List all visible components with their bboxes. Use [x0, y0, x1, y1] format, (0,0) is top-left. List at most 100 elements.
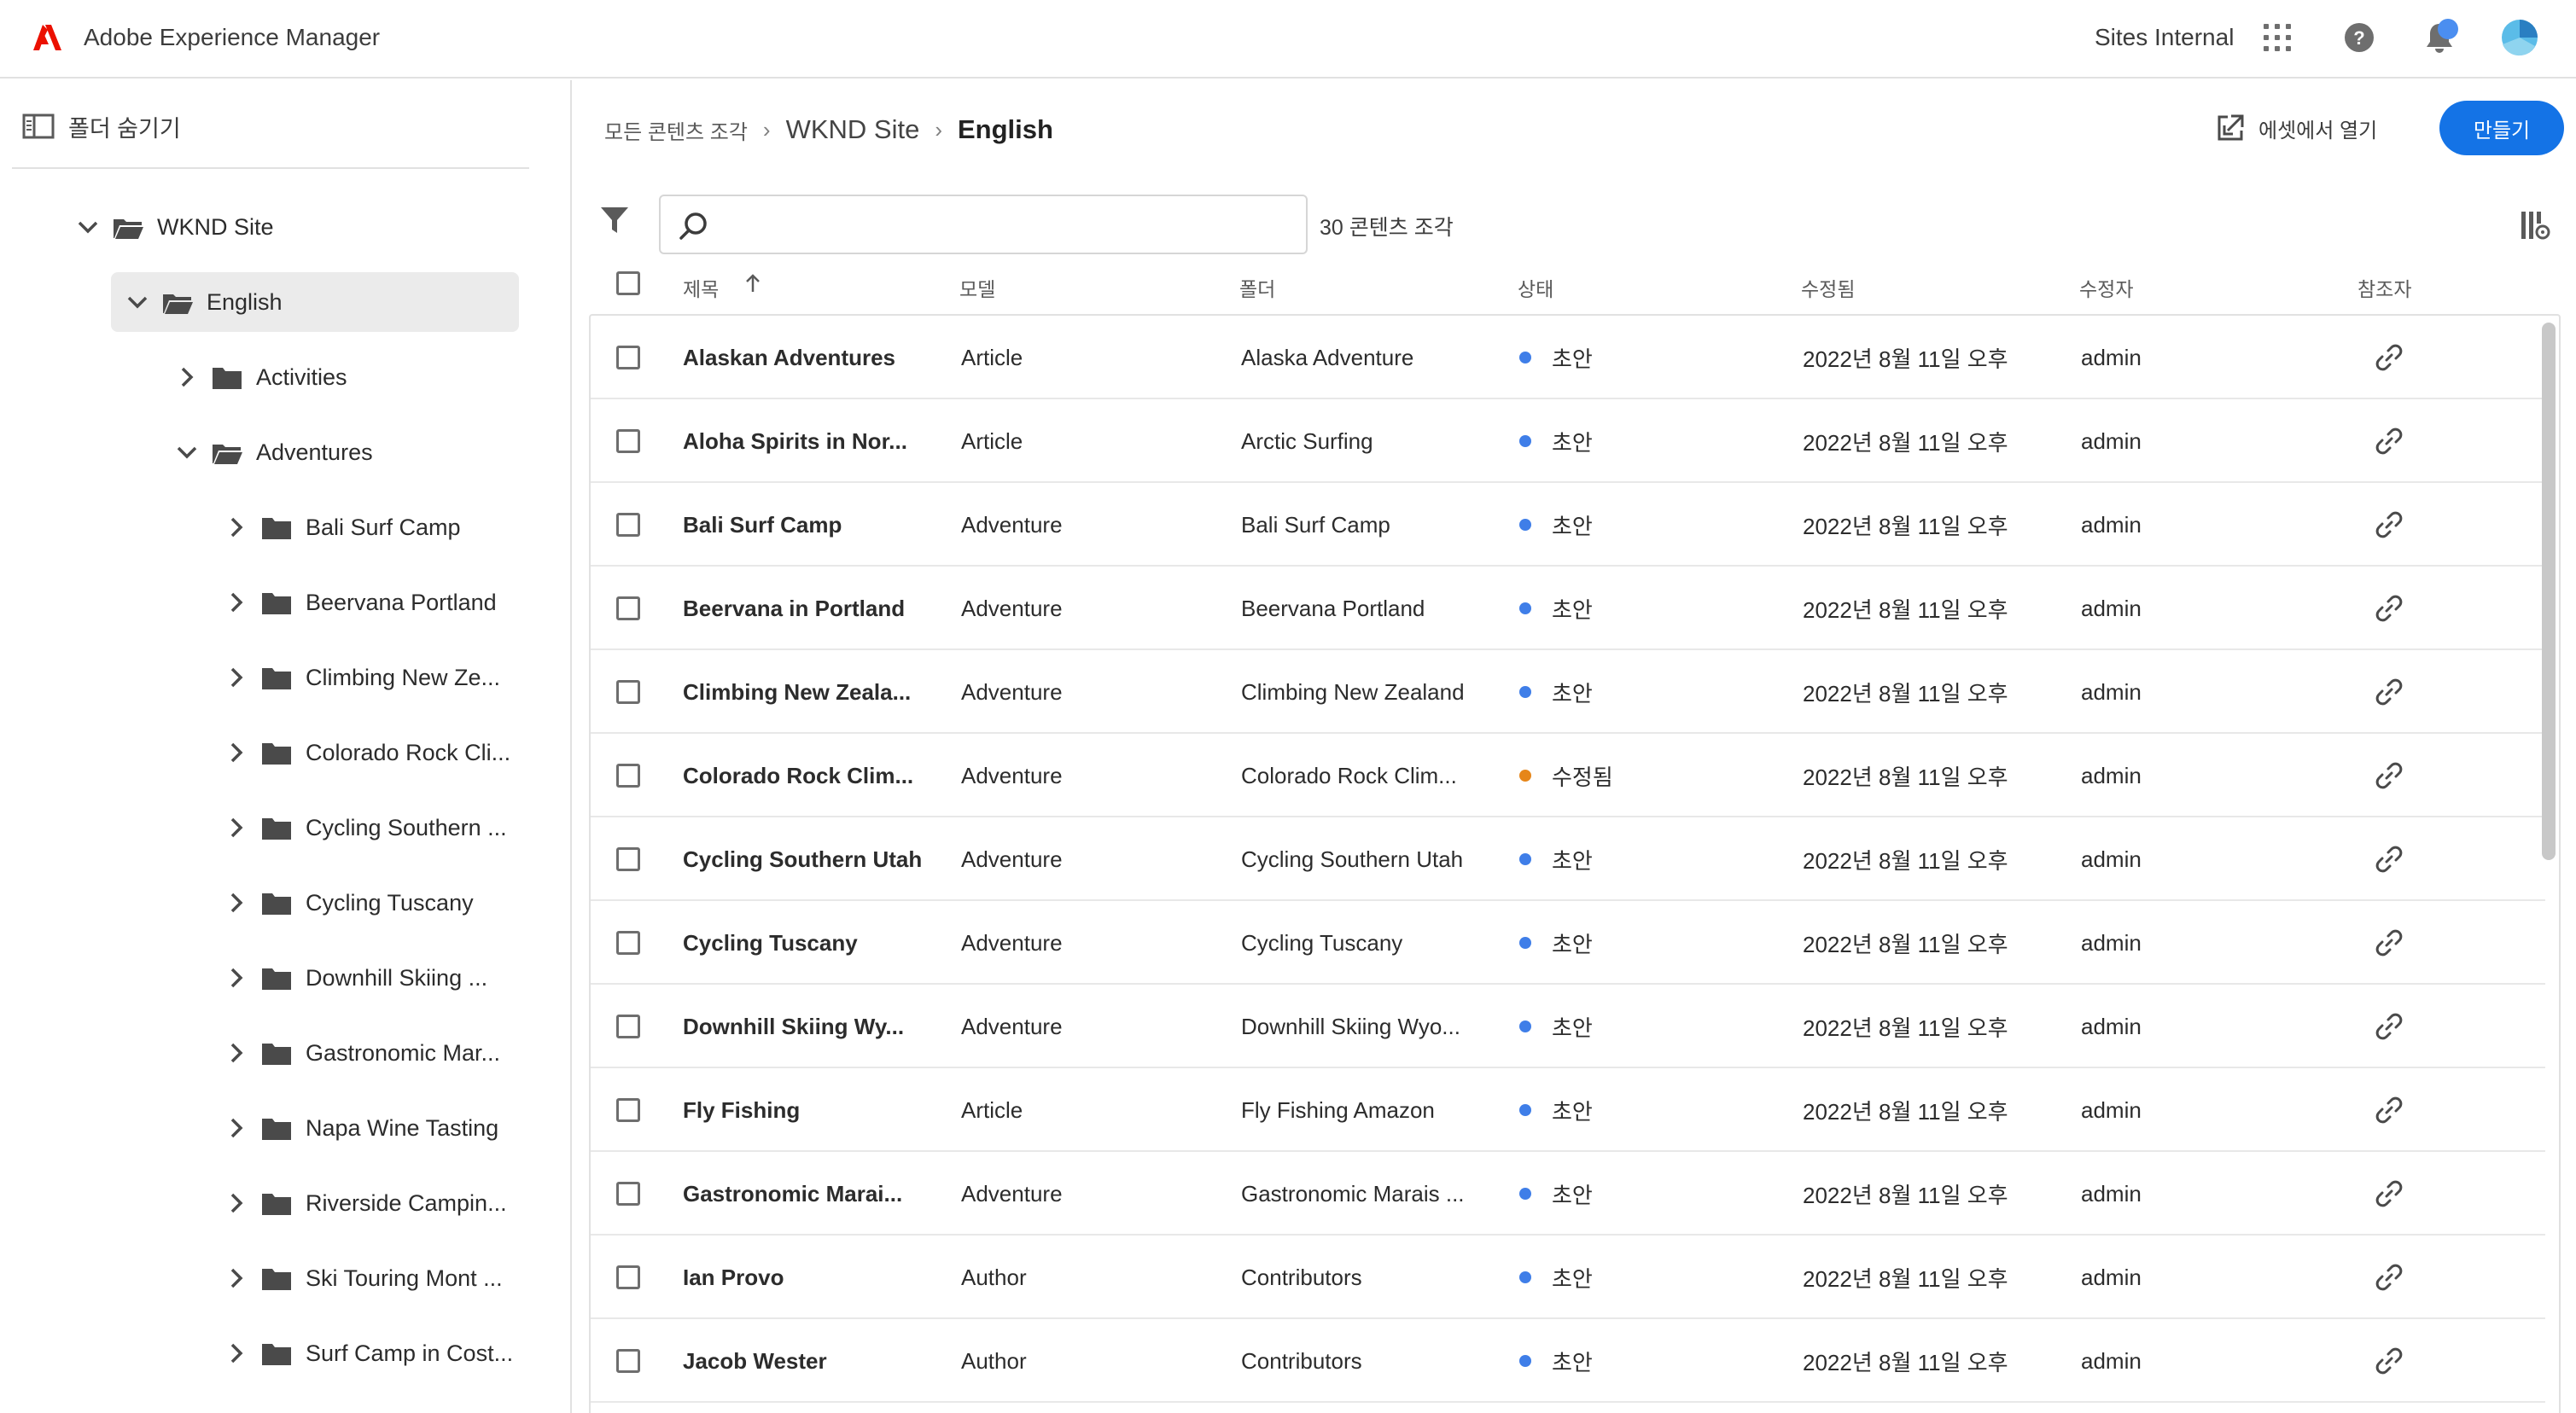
table-scrollbar[interactable]	[2542, 323, 2556, 860]
chevron-right-icon[interactable]	[224, 590, 249, 615]
search-field[interactable]	[659, 195, 1308, 254]
table-row[interactable]: Downhill Skiing Wy... Adventure Downhill S…	[591, 985, 2545, 1068]
row-checkbox[interactable]	[616, 847, 640, 871]
chevron-right-icon[interactable]	[224, 665, 249, 690]
column-header-references[interactable]: 참조자	[2357, 273, 2411, 302]
user-avatar[interactable]	[2501, 19, 2538, 56]
chevron-right-icon[interactable]	[224, 1340, 249, 1366]
chevron-down-icon[interactable]	[125, 289, 150, 315]
tree-item[interactable]: Beervana Portland	[224, 573, 497, 632]
chevron-right-icon[interactable]	[174, 364, 200, 390]
column-header-status[interactable]: 상태	[1518, 273, 1553, 302]
select-all-checkbox[interactable]	[616, 271, 640, 295]
row-checkbox[interactable]	[616, 429, 640, 453]
chevron-right-icon[interactable]	[224, 1040, 249, 1066]
breadcrumb-root[interactable]: 모든 콘텐츠 조각	[604, 115, 748, 145]
column-header-folder[interactable]: 폴더	[1239, 273, 1275, 302]
link-icon[interactable]	[2375, 1236, 2404, 1319]
column-header-modified[interactable]: 수정됨	[1801, 273, 1855, 302]
row-checkbox[interactable]	[616, 1098, 640, 1122]
link-icon[interactable]	[2375, 817, 2404, 901]
row-title[interactable]: Ian Provo	[683, 1236, 784, 1319]
tree-item[interactable]: Tahoe Skiing	[224, 1398, 438, 1413]
tree-item[interactable]: Cycling Southern ...	[224, 798, 507, 858]
tree-item[interactable]: Downhill Skiing ...	[224, 948, 487, 1008]
row-title[interactable]: Aloha Spirits in Nor...	[683, 399, 907, 483]
row-checkbox[interactable]	[616, 931, 640, 955]
chevron-down-icon[interactable]	[174, 439, 200, 465]
table-row[interactable]: Alaskan Adventures Article Alaska Adventur…	[591, 316, 2545, 399]
row-title[interactable]: Colorado Rock Clim...	[683, 734, 913, 817]
create-button[interactable]: 만들기	[2439, 101, 2564, 155]
tree-item[interactable]: Cycling Tuscany	[224, 873, 474, 933]
table-row[interactable]: Beervana in Portland Adventure Beervana Po…	[591, 567, 2545, 650]
tree-item[interactable]: Bali Surf Camp	[224, 497, 461, 557]
filter-icon[interactable]	[599, 205, 630, 241]
row-title[interactable]: Cycling Tuscany	[683, 901, 858, 985]
link-icon[interactable]	[2375, 1068, 2404, 1152]
link-icon[interactable]	[2375, 901, 2404, 985]
row-title[interactable]: Alaskan Adventures	[683, 316, 895, 399]
row-checkbox[interactable]	[616, 764, 640, 788]
table-row[interactable]: Cycling Tuscany Adventure Cycling Tuscany 초…	[591, 901, 2545, 985]
table-row[interactable]: Cycling Southern Utah Adventure Cycling So…	[591, 817, 2545, 901]
row-checkbox[interactable]	[616, 346, 640, 369]
search-input[interactable]	[724, 205, 1287, 246]
row-checkbox[interactable]	[616, 1265, 640, 1289]
link-icon[interactable]	[2375, 1152, 2404, 1236]
link-icon[interactable]	[2375, 650, 2404, 734]
tree-item[interactable]: Adventures	[174, 422, 373, 482]
table-row[interactable]: Colorado Rock Clim... Adventure Colorado R…	[591, 734, 2545, 817]
tree-item[interactable]: Activities	[174, 347, 347, 407]
tree-item[interactable]: WKND Site	[75, 197, 274, 257]
chevron-right-icon[interactable]	[224, 740, 249, 765]
row-title[interactable]: Fly Fishing	[683, 1068, 800, 1152]
column-header-model[interactable]: 모델	[959, 273, 995, 302]
table-row[interactable]: Fly Fishing Article Fly Fishing Amazon 초안 20…	[591, 1068, 2545, 1152]
link-icon[interactable]	[2375, 985, 2404, 1068]
chevron-right-icon[interactable]	[224, 890, 249, 916]
row-title[interactable]: Cycling Southern Utah	[683, 817, 922, 901]
column-header-title[interactable]: 제목	[683, 273, 719, 302]
chevron-down-icon[interactable]	[75, 214, 101, 240]
help-icon[interactable]: ?	[2340, 19, 2378, 56]
open-in-assets-button[interactable]: 에셋에서 열기	[2216, 109, 2377, 147]
chevron-right-icon[interactable]	[224, 1115, 249, 1141]
tree-item[interactable]: Surf Camp in Cost...	[224, 1323, 513, 1383]
hide-folders-toggle[interactable]: 폴더 숨기기	[22, 109, 181, 143]
org-switcher[interactable]: Sites Internal	[2095, 22, 2234, 53]
tree-item[interactable]: Climbing New Ze...	[224, 648, 500, 707]
row-title[interactable]: Downhill Skiing Wy...	[683, 985, 904, 1068]
row-title[interactable]: Gastronomic Marai...	[683, 1152, 902, 1236]
app-title[interactable]: Adobe Experience Manager	[84, 22, 380, 53]
sort-ascending-icon[interactable]	[744, 273, 761, 294]
row-title[interactable]: Beervana in Portland	[683, 567, 905, 650]
table-row[interactable]: Aloha Spirits in Nor... Article Arctic Sur…	[591, 399, 2545, 483]
adobe-logo-icon[interactable]	[32, 24, 61, 51]
chevron-right-icon[interactable]	[224, 1190, 249, 1216]
row-title[interactable]: Bali Surf Camp	[683, 483, 842, 567]
row-checkbox[interactable]	[616, 513, 640, 537]
tree-item[interactable]: Ski Touring Mont ...	[224, 1248, 503, 1308]
chevron-right-icon[interactable]	[224, 1265, 249, 1291]
table-row[interactable]: Jacob Wester Author Contributors 초안 2022년 8월…	[591, 1319, 2545, 1403]
link-icon[interactable]	[2375, 734, 2404, 817]
table-row[interactable]: Climbing New Zeala... Adventure Climbing N…	[591, 650, 2545, 734]
tree-item[interactable]: Colorado Rock Cli...	[224, 723, 510, 782]
row-title[interactable]: Climbing New Zeala...	[683, 650, 911, 734]
table-row[interactable]: Ian Provo Author Contributors 초안 2022년 8월 11…	[591, 1236, 2545, 1319]
view-settings-icon[interactable]	[2520, 210, 2554, 244]
link-icon[interactable]	[2375, 399, 2404, 483]
tree-item[interactable]: English	[111, 272, 519, 332]
row-checkbox[interactable]	[616, 1182, 640, 1206]
apps-grid-icon[interactable]	[2258, 19, 2296, 56]
link-icon[interactable]	[2375, 567, 2404, 650]
row-checkbox[interactable]	[616, 1349, 640, 1373]
row-checkbox[interactable]	[616, 1015, 640, 1038]
tree-item[interactable]: Riverside Campin...	[224, 1173, 507, 1233]
row-title[interactable]: Jacob Wester	[683, 1319, 827, 1403]
link-icon[interactable]	[2375, 316, 2404, 399]
row-checkbox[interactable]	[616, 680, 640, 704]
breadcrumb-site[interactable]: WKND Site	[786, 114, 920, 145]
tree-item[interactable]: Napa Wine Tasting	[224, 1098, 498, 1158]
